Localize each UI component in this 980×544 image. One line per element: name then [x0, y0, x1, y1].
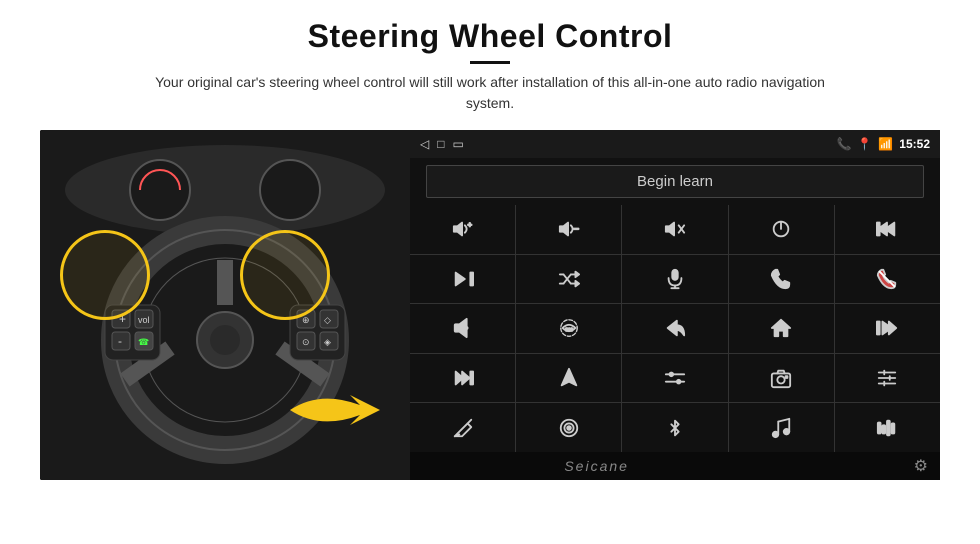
bottom-bar: Seicane ⚙ [410, 452, 940, 480]
svg-text:vol: vol [138, 315, 150, 325]
content-row: + vol - ☎ ⊕ ◇ ⊙ [40, 130, 940, 480]
yellow-arrow [280, 380, 400, 440]
icon-music[interactable] [729, 403, 834, 452]
steering-wheel-image: + vol - ☎ ⊕ ◇ ⊙ [40, 130, 410, 480]
icon-skip-back2[interactable] [835, 304, 940, 353]
icon-phone[interactable] [729, 255, 834, 304]
page-subtitle: Your original car's steering wheel contr… [140, 72, 840, 114]
location-icon: 📍 [857, 137, 872, 151]
icon-shuffle[interactable] [516, 255, 621, 304]
icon-next-track[interactable] [410, 255, 515, 304]
svg-text:⊕: ⊕ [302, 315, 310, 325]
android-panel: ◁ □ ▭ 📞 📍 📶 15:52 Begin learn [410, 130, 940, 480]
icon-settings2[interactable] [835, 354, 940, 403]
icon-power[interactable] [729, 205, 834, 254]
wifi-icon: 📶 [878, 137, 893, 151]
icon-vol-down[interactable]: − [516, 205, 621, 254]
nav-recent-icon[interactable]: ▭ [452, 137, 463, 151]
icon-prev-track[interactable] [835, 205, 940, 254]
title-section: Steering Wheel Control Your original car… [140, 18, 840, 114]
icon-waves[interactable] [835, 403, 940, 452]
title-divider [470, 61, 510, 64]
icon-mic[interactable] [622, 255, 727, 304]
icon-target[interactable] [516, 403, 621, 452]
svg-text:⊙: ⊙ [302, 337, 310, 347]
svg-text:360: 360 [565, 327, 573, 332]
gear-settings-icon[interactable]: ⚙ [914, 456, 928, 476]
icon-fast-fwd[interactable] [410, 354, 515, 403]
icon-vol-up[interactable]: + [410, 205, 515, 254]
icon-360[interactable]: 360 [516, 304, 621, 353]
svg-text:◈: ◈ [324, 337, 331, 347]
icon-mute[interactable] [622, 205, 727, 254]
icon-pen[interactable] [410, 403, 515, 452]
begin-learn-button[interactable]: Begin learn [426, 165, 924, 198]
page-container: Steering Wheel Control Your original car… [0, 0, 980, 544]
page-title: Steering Wheel Control [140, 18, 840, 55]
status-right-icons: 📞 📍 📶 15:52 [836, 137, 930, 151]
icon-grid: + − [410, 205, 940, 452]
icon-nav[interactable] [516, 354, 621, 403]
steering-wheel-bg: + vol - ☎ ⊕ ◇ ⊙ [40, 130, 410, 480]
svg-text:−: − [573, 224, 578, 234]
nav-back-icon[interactable]: ◁ [420, 137, 429, 151]
phone-status-icon: 📞 [836, 137, 851, 151]
svg-text:☎: ☎ [138, 337, 149, 347]
icon-hang-up[interactable] [835, 255, 940, 304]
svg-text:◇: ◇ [324, 315, 331, 325]
status-nav-icons: ◁ □ ▭ [420, 137, 464, 151]
icon-eq[interactable] [622, 354, 727, 403]
icon-back[interactable] [622, 304, 727, 353]
icon-speaker[interactable] [410, 304, 515, 353]
highlight-circle-left [60, 230, 150, 320]
svg-text:-: - [118, 334, 122, 348]
icon-home[interactable] [729, 304, 834, 353]
icon-bluetooth[interactable] [622, 403, 727, 452]
icon-camera[interactable] [729, 354, 834, 403]
status-bar: ◁ □ ▭ 📞 📍 📶 15:52 [410, 130, 940, 158]
begin-learn-bar: Begin learn [410, 158, 940, 205]
highlight-circle-right [240, 230, 330, 320]
svg-text:+: + [467, 220, 471, 229]
brand-name: Seicane [564, 458, 629, 474]
nav-home-icon[interactable]: □ [437, 137, 444, 151]
status-time: 15:52 [899, 137, 930, 151]
